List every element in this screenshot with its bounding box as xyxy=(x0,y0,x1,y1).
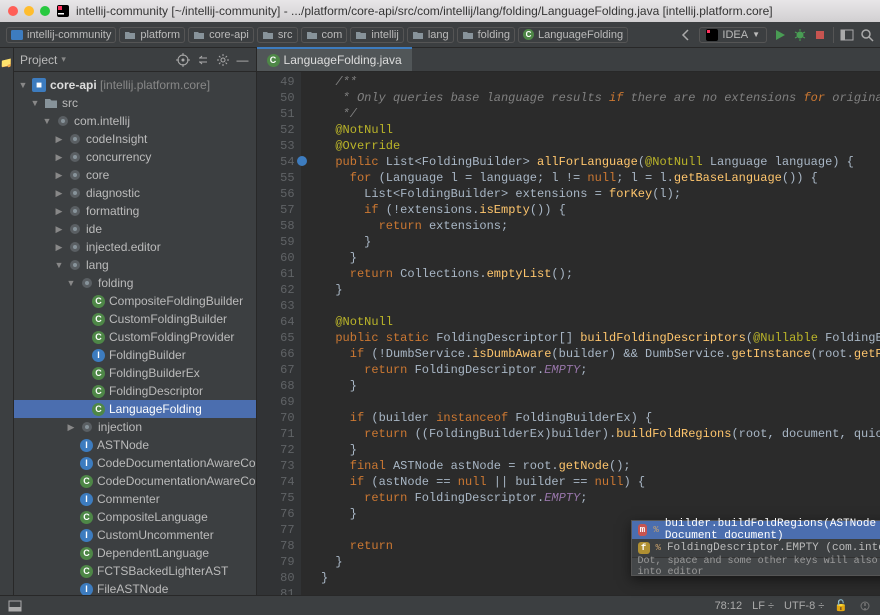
tree-item[interactable]: CFoldingDescriptor xyxy=(14,382,256,400)
tool-windows-icon[interactable] xyxy=(8,599,22,613)
minimize-window-icon[interactable] xyxy=(24,6,34,16)
debug-icon[interactable] xyxy=(793,28,807,42)
tree-item[interactable]: ▼src xyxy=(14,94,256,112)
hide-icon[interactable]: — xyxy=(236,53,250,67)
tree-item[interactable]: CDependentLanguage xyxy=(14,544,256,562)
completion-popup[interactable]: m%builder.buildFoldRegions(ASTNode node,… xyxy=(631,520,880,576)
tree-item[interactable]: ICommenter xyxy=(14,490,256,508)
app-icon xyxy=(56,4,70,18)
gutter[interactable]: 4950515253545556575859606162636465666768… xyxy=(257,72,301,595)
caret-position[interactable]: 78:12 xyxy=(715,600,743,612)
window-controls[interactable] xyxy=(8,6,50,16)
breadcrumb-item[interactable]: lang xyxy=(407,27,454,43)
back-icon[interactable] xyxy=(679,28,693,42)
inspections-icon[interactable] xyxy=(858,599,872,613)
statusbar: 78:12 LF ÷ UTF-8 ÷ 🔓 xyxy=(0,595,880,615)
project-panel: Project ▾ — ▼■core-api [intellij.platfor… xyxy=(14,48,257,595)
run-config-selector[interactable]: IDEA ▼ xyxy=(699,27,767,43)
stop-icon[interactable] xyxy=(813,28,827,42)
tree-item[interactable]: ▶concurrency xyxy=(14,148,256,166)
tree-item[interactable]: ▼com.intellij xyxy=(14,112,256,130)
titlebar: intellij-community [~/intellij-community… xyxy=(0,0,880,22)
tree-item[interactable]: CCompositeLanguage xyxy=(14,508,256,526)
completion-item[interactable]: f%FoldingDescriptor.EMPTY (com.intellij.… xyxy=(632,539,880,557)
completion-item[interactable]: m%builder.buildFoldRegions(ASTNode node,… xyxy=(632,521,880,539)
tree-item[interactable]: ▶diagnostic xyxy=(14,184,256,202)
tree-item[interactable]: ▼lang xyxy=(14,256,256,274)
breadcrumb-item[interactable]: platform xyxy=(119,27,185,43)
project-panel-header: Project ▾ — xyxy=(14,48,256,72)
editor-tab-label: LanguageFolding.java xyxy=(284,53,402,67)
tree-item[interactable]: CFCTSBackedLighterAST xyxy=(14,562,256,580)
tree-item[interactable]: CCustomFoldingBuilder xyxy=(14,310,256,328)
editor-area: C LanguageFolding.java 49505152535455565… xyxy=(257,48,880,595)
breadcrumb-item[interactable]: src xyxy=(257,27,298,43)
tree-item[interactable]: CCompositeFoldingBuilder xyxy=(14,292,256,310)
encoding[interactable]: UTF-8 ÷ xyxy=(784,600,824,612)
tree-item[interactable]: ▶injection xyxy=(14,418,256,436)
tree-item[interactable]: CCodeDocumentationAwareCo xyxy=(14,472,256,490)
editor-tabs[interactable]: C LanguageFolding.java xyxy=(257,48,880,72)
close-window-icon[interactable] xyxy=(8,6,18,16)
tree-item[interactable]: ▶formatting xyxy=(14,202,256,220)
maximize-window-icon[interactable] xyxy=(40,6,50,16)
tree-item[interactable]: IFileASTNode xyxy=(14,580,256,595)
breadcrumb-item[interactable]: folding xyxy=(457,27,515,43)
breadcrumb-item[interactable]: intellij xyxy=(350,27,404,43)
collapse-all-icon[interactable] xyxy=(196,53,210,67)
locate-icon[interactable] xyxy=(176,53,190,67)
run-config-label: IDEA xyxy=(722,29,748,41)
tree-item[interactable]: ▼■core-api [intellij.platform.core] xyxy=(14,76,256,94)
tree-item[interactable]: IASTNode xyxy=(14,436,256,454)
tree-item[interactable]: ▼folding xyxy=(14,274,256,292)
project-tree[interactable]: ▼■core-api [intellij.platform.core]▼src▼… xyxy=(14,72,256,595)
left-toolwindow-stripe[interactable]: 📁 xyxy=(0,48,14,595)
project-panel-title: Project xyxy=(20,53,57,67)
search-icon[interactable] xyxy=(860,28,874,42)
class-icon: C xyxy=(267,54,280,67)
tree-item[interactable]: ICodeDocumentationAwareCo xyxy=(14,454,256,472)
layout-icon[interactable] xyxy=(840,28,854,42)
breadcrumb-item[interactable]: core-api xyxy=(188,27,254,43)
tree-item[interactable]: CFoldingBuilderEx xyxy=(14,364,256,382)
completion-hint: Dot, space and some other keys will also… xyxy=(632,557,880,575)
run-icon[interactable] xyxy=(773,28,787,42)
tree-item[interactable]: ▶codeInsight xyxy=(14,130,256,148)
gear-icon[interactable] xyxy=(216,53,230,67)
breadcrumb-item[interactable]: intellij-community xyxy=(6,27,116,43)
line-ending[interactable]: LF ÷ xyxy=(752,600,774,612)
tree-item[interactable]: CLanguageFolding xyxy=(14,400,256,418)
title-text: intellij-community [~/intellij-community… xyxy=(76,4,773,18)
breadcrumb-item[interactable]: CLanguageFolding xyxy=(518,27,628,43)
navbar: intellij-communityplatformcore-apisrccom… xyxy=(0,22,880,48)
project-tool-tab[interactable]: 📁 xyxy=(0,48,13,76)
tree-item[interactable]: ICustomUncommenter xyxy=(14,526,256,544)
readonly-icon[interactable]: 🔓 xyxy=(834,599,848,612)
tree-item[interactable]: ▶core xyxy=(14,166,256,184)
breadcrumb-item[interactable]: com xyxy=(301,27,348,43)
editor-tab[interactable]: C LanguageFolding.java xyxy=(257,47,412,71)
tree-item[interactable]: ▶injected.editor xyxy=(14,238,256,256)
tree-item[interactable]: IFoldingBuilder xyxy=(14,346,256,364)
code-editor[interactable]: /** * Only queries base language results… xyxy=(301,72,880,595)
tree-item[interactable]: CCustomFoldingProvider xyxy=(14,328,256,346)
tree-item[interactable]: ▶ide xyxy=(14,220,256,238)
